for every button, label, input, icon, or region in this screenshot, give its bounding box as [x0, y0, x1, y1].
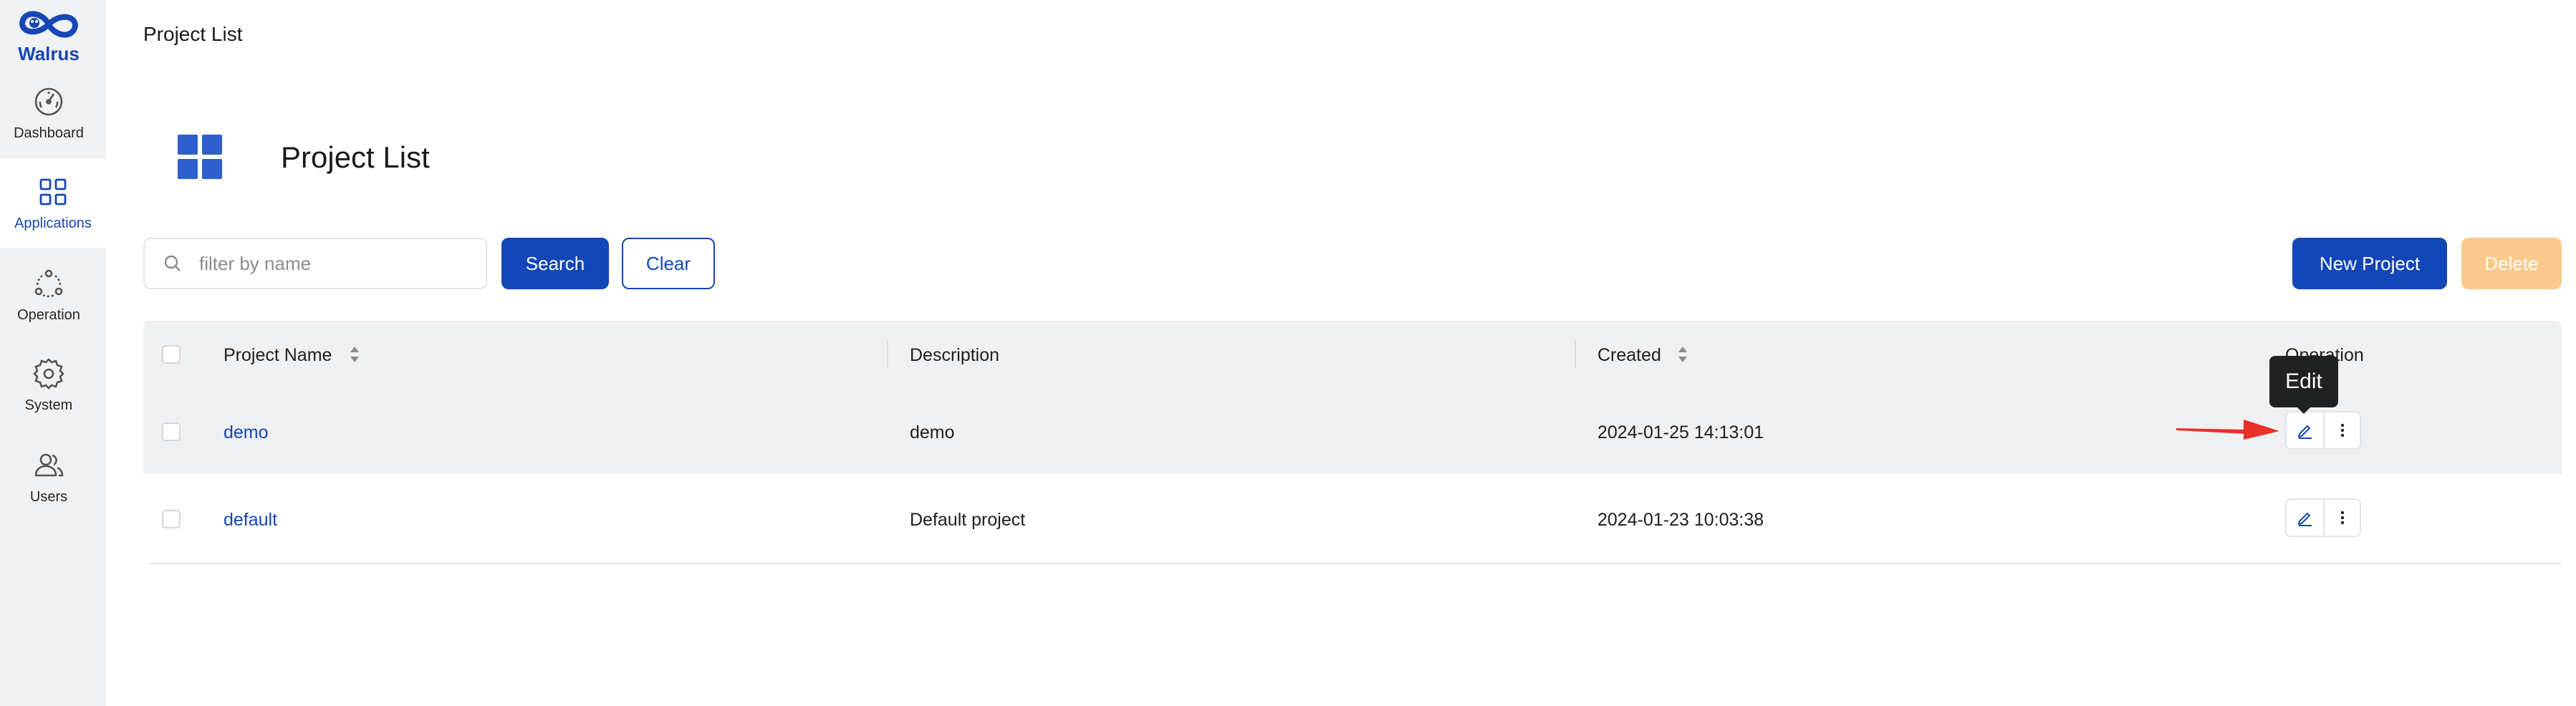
more-button[interactable] — [2323, 500, 2360, 536]
delete-button[interactable]: Delete — [2461, 238, 2562, 289]
more-vertical-icon — [2340, 423, 2344, 437]
operation-group — [2285, 498, 2361, 537]
tooltip-arrow — [2297, 407, 2310, 414]
sidebar-item-label: Users — [29, 488, 68, 505]
edit-button[interactable] — [2287, 412, 2323, 448]
column-separator — [1575, 341, 1576, 368]
new-project-button[interactable]: New Project — [2292, 238, 2447, 289]
column-header-created[interactable]: Created — [1597, 345, 1661, 366]
logo[interactable]: Walrus — [0, 4, 97, 66]
applications-grid-icon — [39, 178, 67, 205]
sidebar-item-system[interactable]: System — [0, 341, 97, 430]
more-vertical-icon — [2340, 511, 2344, 525]
windows-grid-icon — [178, 135, 222, 179]
search-input[interactable] — [199, 252, 471, 275]
sidebar-item-applications[interactable]: Applications — [0, 159, 106, 248]
project-name-link[interactable]: default — [224, 510, 277, 531]
search-box — [143, 238, 487, 289]
gear-icon — [33, 357, 64, 390]
breadcrumb: Project List — [143, 23, 243, 45]
sidebar-item-dashboard[interactable]: Dashboard — [0, 69, 97, 158]
project-created: 2024-01-25 14:13:01 — [1597, 422, 1764, 443]
page-title: Project List — [281, 140, 430, 174]
sidebar-item-operation[interactable]: Operation — [0, 251, 97, 339]
edit-button[interactable] — [2287, 500, 2323, 536]
edit-tooltip: Edit — [2269, 356, 2338, 407]
operation-group — [2285, 411, 2361, 450]
project-name-link[interactable]: demo — [224, 422, 269, 443]
table-header — [143, 321, 2562, 388]
annotation-arrow-icon — [2176, 420, 2279, 440]
column-header-description: Description — [910, 345, 1000, 365]
project-description: demo — [910, 422, 955, 443]
walrus-logo-icon — [19, 11, 78, 38]
search-icon — [164, 255, 181, 271]
dashboard-icon — [34, 87, 63, 115]
search-button[interactable]: Search — [501, 238, 609, 289]
sidebar-item-users[interactable]: Users — [0, 432, 97, 521]
users-icon — [34, 453, 64, 476]
logo-text: Walrus — [18, 43, 80, 64]
operation-icon — [34, 269, 63, 297]
project-created: 2024-01-23 10:03:38 — [1597, 510, 1764, 530]
sort-icon[interactable] — [1678, 345, 1688, 364]
clear-button[interactable]: Clear — [622, 238, 715, 289]
sidebar-item-label: Dashboard — [14, 125, 84, 141]
row-checkbox[interactable] — [162, 422, 181, 441]
sidebar-item-label: System — [24, 397, 73, 413]
row-checkbox[interactable] — [162, 510, 181, 528]
pencil-icon — [2297, 425, 2312, 439]
sidebar: Walrus Dashboard Applications Operation — [0, 0, 106, 706]
sidebar-item-label: Applications — [14, 215, 92, 231]
more-button[interactable] — [2323, 412, 2360, 448]
column-separator — [887, 341, 888, 368]
project-description: Default project — [910, 510, 1026, 530]
table-bottom-divider — [149, 563, 2562, 564]
column-header-name[interactable]: Project Name — [224, 345, 332, 366]
sort-icon[interactable] — [350, 345, 360, 364]
sidebar-item-label: Operation — [17, 306, 80, 323]
select-all-checkbox[interactable] — [162, 345, 181, 364]
pencil-icon — [2297, 512, 2312, 526]
